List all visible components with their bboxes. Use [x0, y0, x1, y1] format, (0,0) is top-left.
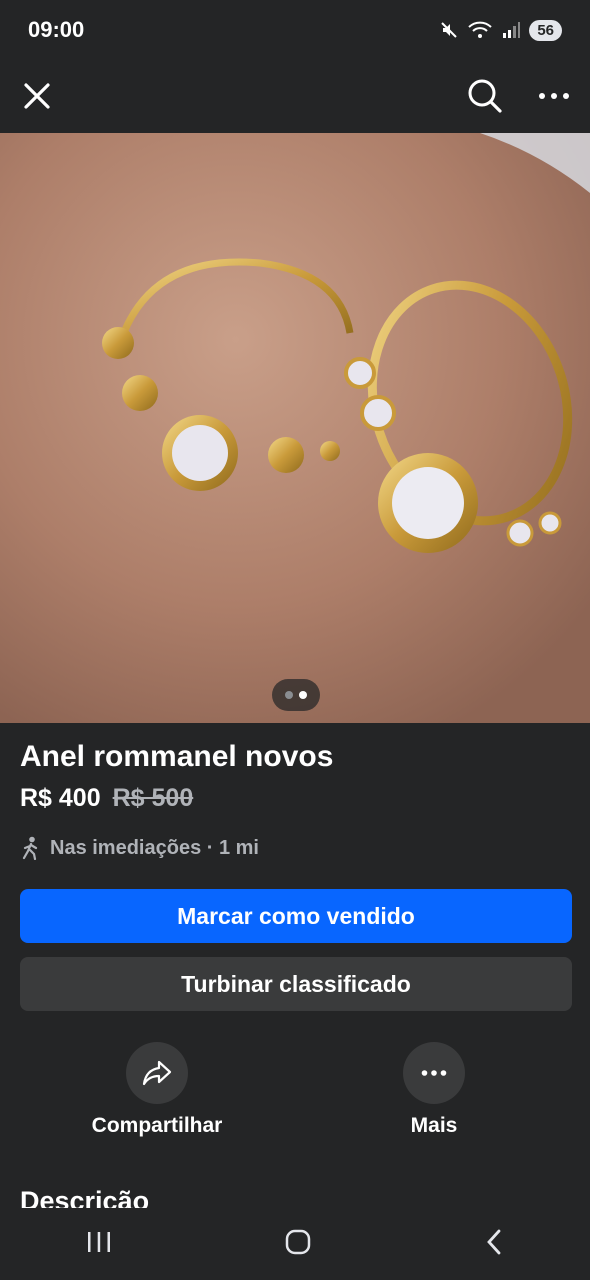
share-action[interactable]: Compartilhar [82, 1042, 232, 1138]
current-price: R$ 400 [20, 784, 101, 812]
search-icon [468, 79, 502, 113]
home-icon [285, 1229, 311, 1254]
listing-photo[interactable] [0, 133, 590, 723]
close-icon [24, 83, 50, 109]
mute-icon [441, 22, 458, 38]
more-horizontal-icon [539, 93, 569, 99]
rings-photo [0, 133, 590, 723]
signal-icon [503, 22, 521, 38]
more-action[interactable]: Mais [359, 1042, 509, 1138]
system-nav-bar [0, 1208, 590, 1280]
original-price: R$ 500 [112, 784, 194, 812]
status-bar: 09:00 56 [0, 0, 590, 60]
status-icons: 56 [439, 19, 562, 41]
mark-sold-button[interactable]: Marcar como vendido [20, 889, 572, 943]
walking-person-icon [22, 836, 38, 860]
back-button[interactable] [484, 1228, 504, 1261]
home-button[interactable] [284, 1228, 312, 1261]
more-label: Mais [410, 1114, 458, 1137]
share-label: Compartilhar [91, 1114, 223, 1137]
boost-listing-button[interactable]: Turbinar classificado [20, 957, 572, 1011]
pager-dot [285, 691, 293, 699]
battery-level: 56 [537, 21, 554, 39]
photo-pager [272, 679, 320, 711]
pager-dot-active [299, 691, 307, 699]
battery-indicator: 56 [529, 19, 562, 41]
location-text: Nas imediações · 1 mi [50, 836, 259, 859]
price-row: R$ 400 R$ 500 [20, 784, 193, 813]
recent-apps-button[interactable] [86, 1230, 112, 1259]
recent-apps-icon [88, 1231, 110, 1252]
listing-title: Anel rommanel novos [20, 740, 334, 773]
status-time: 09:00 [28, 17, 85, 42]
top-bar [0, 60, 590, 132]
more-button[interactable] [403, 1042, 465, 1104]
share-arrow-icon [142, 1060, 172, 1086]
more-horizontal-icon [421, 1070, 447, 1076]
description-heading: Descrição [20, 1186, 150, 1208]
search-button[interactable] [466, 77, 504, 115]
location-row: Nas imediações · 1 mi [20, 836, 259, 860]
close-button[interactable] [20, 79, 54, 113]
more-options-button[interactable] [538, 91, 570, 101]
wifi-icon [468, 21, 492, 38]
top-actions [466, 77, 570, 115]
back-icon [487, 1229, 501, 1254]
share-button[interactable] [126, 1042, 188, 1104]
